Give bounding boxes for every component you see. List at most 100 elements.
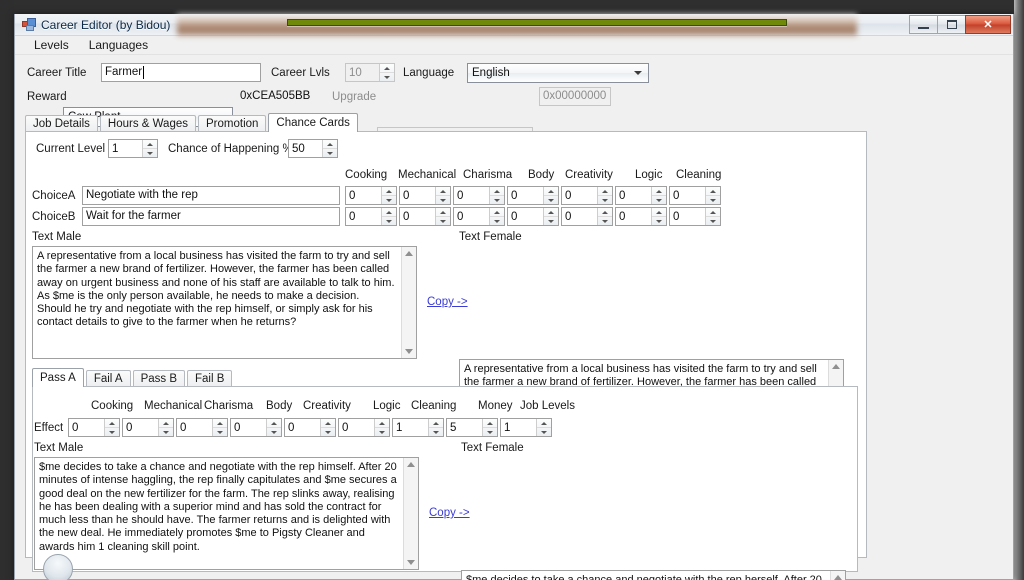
effect-logic-stepper[interactable]: 0 [338, 418, 390, 437]
spinner-buttons[interactable] [381, 187, 396, 204]
choice-a-input[interactable]: Negotiate with the rep [82, 186, 340, 205]
choice-b-charisma-stepper[interactable]: 0 [453, 207, 505, 226]
choice-b-body-stepper[interactable]: 0 [507, 207, 559, 226]
spinner-buttons[interactable] [705, 208, 720, 225]
outcome-text-male-label: Text Male [34, 442, 83, 454]
choice-b-cleaning-stepper[interactable]: 0 [669, 207, 721, 226]
career-title-input[interactable]: Farmer [101, 63, 261, 82]
choice-b-charisma-value: 0 [454, 208, 489, 225]
current-level-stepper[interactable]: 1 [108, 139, 158, 158]
tab-hours-wages[interactable]: Hours & Wages [100, 115, 196, 132]
chevron-down-icon[interactable] [630, 65, 646, 81]
choice-b-creativity-stepper[interactable]: 0 [561, 207, 613, 226]
career-lvls-label: Career Lvls [271, 67, 330, 79]
spinner-buttons[interactable] [489, 208, 504, 225]
tab-chance-cards[interactable]: Chance Cards [268, 113, 358, 132]
menu-item-languages[interactable]: Languages [80, 36, 157, 54]
choice-b-logic-value: 0 [616, 208, 651, 225]
career-lvls-spinner-buttons[interactable] [379, 64, 394, 81]
language-dropdown[interactable]: English [467, 63, 649, 83]
spinner-buttons[interactable] [428, 419, 443, 436]
close-button[interactable]: ✕ [965, 15, 1011, 34]
career-title-label: Career Title [27, 67, 86, 79]
chance-of-happening-stepper[interactable]: 50 [288, 139, 338, 158]
menu-bar: Levels Languages [15, 36, 1013, 55]
current-level-spinner-buttons[interactable] [142, 140, 157, 157]
spinner-buttons[interactable] [597, 187, 612, 204]
spinner-buttons[interactable] [104, 419, 119, 436]
choice-b-input[interactable]: Wait for the farmer [82, 207, 340, 226]
chance-spinner-buttons[interactable] [322, 140, 337, 157]
chance-of-happening-value: 50 [289, 140, 322, 157]
effect-charisma-stepper[interactable]: 0 [176, 418, 228, 437]
tab-pass-a[interactable]: Pass A [32, 368, 84, 387]
career-lvls-stepper[interactable]: 10 [345, 63, 395, 82]
spinner-buttons[interactable] [320, 419, 335, 436]
spinner-buttons[interactable] [435, 208, 450, 225]
spinner-buttons[interactable] [651, 187, 666, 204]
spinner-buttons[interactable] [435, 187, 450, 204]
spinner-buttons[interactable] [266, 419, 281, 436]
effect-cooking-stepper[interactable]: 0 [68, 418, 120, 437]
spinner-buttons[interactable] [543, 187, 558, 204]
chance-copy-link[interactable]: Copy -> [427, 296, 468, 308]
effect-header-money: Money [478, 400, 513, 412]
spinner-buttons[interactable] [374, 419, 389, 436]
outcome-copy-link[interactable]: Copy -> [429, 507, 470, 519]
spinner-buttons[interactable] [158, 419, 173, 436]
choice-a-charisma-stepper[interactable]: 0 [453, 186, 505, 205]
effect-job-levels-stepper[interactable]: 1 [500, 418, 552, 437]
tab-fail-b[interactable]: Fail B [187, 370, 232, 387]
tab-fail-a[interactable]: Fail A [86, 370, 131, 387]
scrollbar-vertical[interactable] [830, 571, 845, 580]
choice-b-cooking-value: 0 [346, 208, 381, 225]
tab-promotion[interactable]: Promotion [198, 115, 266, 132]
tab-job-details[interactable]: Job Details [25, 115, 98, 132]
outcome-text-female-textarea[interactable]: $me decides to take a chance and negotia… [461, 570, 846, 580]
tab-pass-b[interactable]: Pass B [133, 370, 185, 387]
effect-logic-value: 0 [339, 419, 374, 436]
choice-b-mechanical-stepper[interactable]: 0 [399, 207, 451, 226]
spinner-buttons[interactable] [482, 419, 497, 436]
effect-header-cooking: Cooking [91, 400, 133, 412]
application-icon [22, 18, 36, 32]
choice-a-logic-stepper[interactable]: 0 [615, 186, 667, 205]
spinner-buttons[interactable] [212, 419, 227, 436]
minimize-button[interactable] [909, 15, 938, 34]
effect-creativity-stepper[interactable]: 0 [284, 418, 336, 437]
desktop-background-top [0, 0, 1024, 14]
spinner-buttons[interactable] [543, 208, 558, 225]
choice-a-cleaning-stepper[interactable]: 0 [669, 186, 721, 205]
desktop-background-left [0, 0, 14, 580]
spinner-buttons[interactable] [536, 419, 551, 436]
spinner-buttons[interactable] [705, 187, 720, 204]
maximize-button[interactable] [937, 15, 966, 34]
reward-hex-input[interactable]: 0xCEA505BB [237, 87, 315, 106]
spinner-buttons[interactable] [381, 208, 396, 225]
choice-b-logic-stepper[interactable]: 0 [615, 207, 667, 226]
choice-a-body-stepper[interactable]: 0 [507, 186, 559, 205]
effect-body-stepper[interactable]: 0 [230, 418, 282, 437]
career-editor-window: Career Editor (by Bidou) ✕ Levels Langua… [14, 14, 1014, 580]
spinner-buttons[interactable] [489, 187, 504, 204]
choice-b-cooking-stepper[interactable]: 0 [345, 207, 397, 226]
scrollbar-vertical[interactable] [401, 247, 416, 358]
effect-cleaning-stepper[interactable]: 1 [392, 418, 444, 437]
spinner-buttons[interactable] [651, 208, 666, 225]
chance-text-male-textarea[interactable]: A representative from a local business h… [32, 246, 417, 359]
choice-a-charisma-value: 0 [454, 187, 489, 204]
title-bar[interactable]: Career Editor (by Bidou) ✕ [15, 14, 1013, 36]
column-header-charisma: Charisma [463, 169, 512, 181]
choice-a-creativity-stepper[interactable]: 0 [561, 186, 613, 205]
spinner-buttons[interactable] [597, 208, 612, 225]
effect-mechanical-stepper[interactable]: 0 [122, 418, 174, 437]
circular-action-button[interactable] [43, 554, 73, 580]
choice-a-mechanical-stepper[interactable]: 0 [399, 186, 451, 205]
upgrade-hex-input[interactable]: 0x00000000 [539, 87, 611, 106]
effect-money-stepper[interactable]: 5 [446, 418, 498, 437]
main-tab-control: Job Details Hours & Wages Promotion Chan… [25, 113, 867, 558]
outcome-text-male-textarea[interactable]: $me decides to take a chance and negotia… [34, 457, 419, 570]
menu-item-levels[interactable]: Levels [25, 36, 78, 54]
scrollbar-vertical[interactable] [403, 458, 418, 569]
choice-a-cooking-stepper[interactable]: 0 [345, 186, 397, 205]
